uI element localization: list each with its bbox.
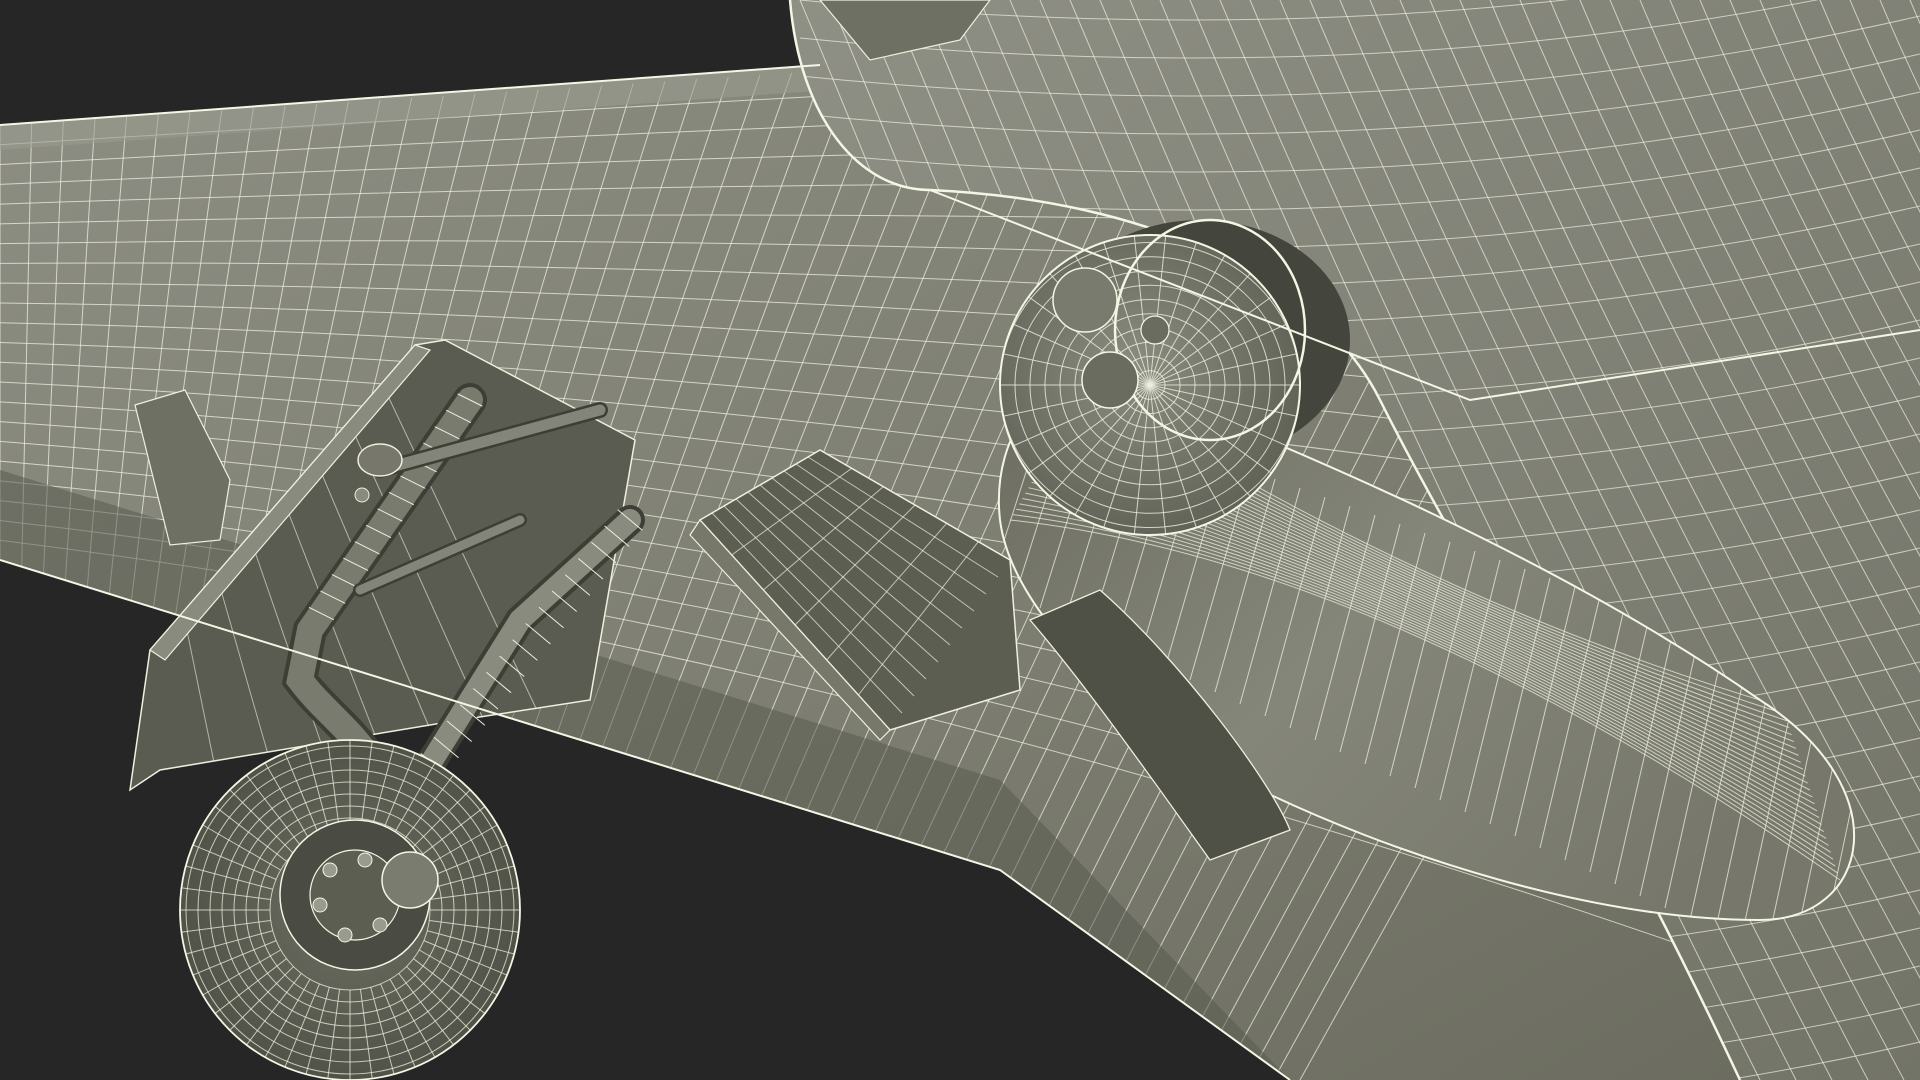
- wireframe-scene: [0, 0, 1920, 1080]
- render-viewport: [0, 0, 1920, 1080]
- landing-gear-wheel: [179, 739, 521, 1080]
